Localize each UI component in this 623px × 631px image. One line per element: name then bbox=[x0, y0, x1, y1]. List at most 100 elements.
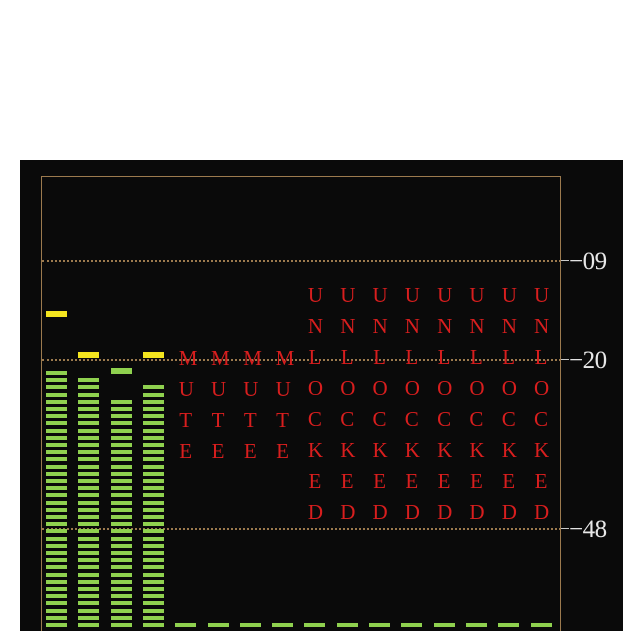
meter-segment bbox=[142, 421, 164, 426]
meter-segment bbox=[142, 522, 164, 527]
scale-tick bbox=[561, 528, 569, 529]
channel-status-label: M U T E bbox=[243, 346, 262, 463]
meter-segment bbox=[46, 587, 67, 591]
meter-segment bbox=[46, 443, 67, 447]
meter-segment bbox=[46, 543, 67, 548]
meter-segment bbox=[46, 435, 67, 440]
meter-segment bbox=[78, 392, 100, 397]
channel-meter-3 bbox=[110, 160, 132, 631]
meter-segment bbox=[142, 558, 164, 563]
meter-segment bbox=[78, 428, 100, 433]
meter-segment bbox=[78, 623, 100, 627]
meter-segment bbox=[78, 579, 100, 584]
meter-segment bbox=[46, 579, 67, 584]
peak-hold-indicator bbox=[110, 368, 132, 375]
meter-segment bbox=[46, 558, 67, 563]
meter-segment bbox=[142, 623, 164, 627]
meter-segment bbox=[110, 479, 132, 483]
channel-status-label: U N L O C K E D bbox=[307, 283, 324, 524]
meter-segment bbox=[78, 543, 100, 548]
meter-segment bbox=[46, 385, 67, 390]
meter-segment bbox=[110, 608, 132, 613]
meter-segment bbox=[110, 529, 132, 534]
peak-hold-indicator bbox=[78, 351, 100, 358]
meter-segment bbox=[530, 623, 552, 627]
meter-segment bbox=[465, 623, 487, 627]
scale-tick bbox=[561, 359, 569, 360]
meter-segment bbox=[207, 623, 229, 627]
meter-segment bbox=[498, 623, 520, 627]
meter-segment bbox=[110, 507, 132, 512]
meter-segment bbox=[142, 464, 164, 469]
meter-segment bbox=[78, 471, 100, 476]
meter-segment bbox=[110, 471, 132, 476]
meter-segment bbox=[78, 594, 100, 599]
meter-segment bbox=[46, 457, 67, 462]
meter-segment bbox=[46, 399, 67, 404]
meter-segment bbox=[46, 486, 67, 491]
meter-segment bbox=[142, 414, 164, 419]
meter-segment bbox=[110, 522, 132, 527]
meter-segment bbox=[110, 399, 132, 404]
meter-segment bbox=[78, 407, 100, 411]
meter-segment bbox=[46, 522, 67, 527]
channel-status-label: U N L O C K E D bbox=[501, 283, 517, 524]
meter-segment bbox=[239, 623, 261, 627]
channel-status-label: M U T E bbox=[275, 346, 295, 463]
meter-segment bbox=[110, 551, 132, 555]
meter-segment bbox=[78, 500, 100, 505]
meter-segment bbox=[46, 378, 67, 383]
meter-segment bbox=[46, 428, 67, 433]
scale-label-minus-20: −20 bbox=[569, 347, 607, 374]
meter-segment bbox=[110, 443, 132, 447]
meter-segment bbox=[78, 558, 100, 563]
meter-segment bbox=[78, 450, 100, 455]
meter-segment bbox=[110, 543, 132, 548]
meter-segment bbox=[142, 507, 164, 512]
meter-segment bbox=[142, 450, 164, 455]
meter-segment bbox=[110, 500, 132, 505]
meter-segment bbox=[78, 615, 100, 620]
meter-segment bbox=[142, 587, 164, 591]
channel-meter-2 bbox=[78, 160, 100, 631]
meter-segment bbox=[110, 594, 132, 599]
meter-segment bbox=[110, 615, 132, 620]
meter-segment bbox=[142, 529, 164, 534]
meter-segment bbox=[78, 443, 100, 447]
meter-segment bbox=[142, 536, 164, 541]
meter-segment bbox=[110, 587, 132, 591]
meter-segment bbox=[46, 450, 67, 455]
meter-segment bbox=[78, 457, 100, 462]
meter-segment bbox=[142, 601, 164, 606]
meter-segment bbox=[46, 623, 67, 627]
meter-segment bbox=[46, 500, 67, 505]
meter-segment bbox=[46, 615, 67, 620]
meter-segment bbox=[78, 435, 100, 440]
meter-segment bbox=[46, 572, 67, 577]
meter-segment bbox=[110, 623, 132, 627]
meter-segment bbox=[110, 414, 132, 419]
meter-segment bbox=[78, 399, 100, 404]
meter-segment bbox=[78, 378, 100, 383]
peak-hold-indicator bbox=[46, 311, 67, 317]
meter-segment bbox=[272, 623, 294, 627]
meter-segment bbox=[46, 464, 67, 469]
meter-segment bbox=[78, 601, 100, 606]
meter-segment bbox=[142, 399, 164, 404]
meter-segment bbox=[46, 565, 67, 570]
meter-segment bbox=[46, 536, 67, 541]
meter-segment bbox=[142, 479, 164, 483]
meter-segment bbox=[110, 407, 132, 411]
channel-status-label: U N L O C K E D bbox=[437, 283, 453, 524]
meter-segment bbox=[304, 623, 326, 627]
meter-segment bbox=[369, 623, 390, 627]
meter-segment bbox=[110, 457, 132, 462]
meter-segment bbox=[78, 572, 100, 577]
meter-segment bbox=[175, 623, 197, 627]
meter-segment bbox=[78, 608, 100, 613]
scale-label-minus-48: −48 bbox=[569, 516, 607, 543]
meter-segment bbox=[142, 471, 164, 476]
meter-segment bbox=[110, 493, 132, 498]
meter-segment bbox=[142, 543, 164, 548]
meter-segment bbox=[142, 385, 164, 390]
